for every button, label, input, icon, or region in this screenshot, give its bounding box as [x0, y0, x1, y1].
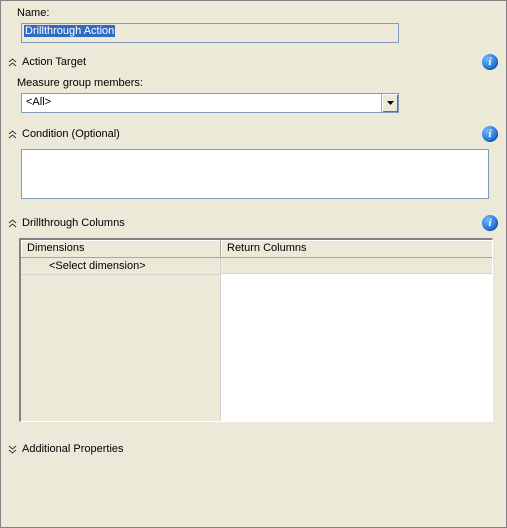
info-icon[interactable]: i: [482, 215, 498, 231]
dimensions-column: <Select dimension>: [21, 258, 221, 421]
section-header-condition[interactable]: Condition (Optional) i: [1, 123, 506, 145]
info-icon[interactable]: i: [482, 54, 498, 70]
section-title: Drillthrough Columns: [22, 217, 125, 229]
chevron-up-icon: [7, 218, 18, 229]
name-label: Name:: [17, 7, 496, 19]
section-body-action-target: Measure group members: <All>: [1, 73, 506, 123]
section-header-action-target[interactable]: Action Target i: [1, 51, 506, 73]
section-body-drill-columns: Dimensions Return Columns <Select dimens…: [1, 234, 506, 432]
grid-header: Dimensions Return Columns: [21, 240, 492, 258]
section-title: Additional Properties: [22, 443, 124, 455]
drill-columns-grid: Dimensions Return Columns <Select dimens…: [19, 238, 493, 422]
return-columns-column: [221, 258, 492, 421]
section-title: Action Target: [22, 56, 86, 68]
select-dimension-cell[interactable]: <Select dimension>: [21, 258, 220, 275]
chevron-down-icon: [387, 101, 394, 105]
chevron-down-icon: [7, 444, 18, 455]
section-title: Condition (Optional): [22, 128, 120, 140]
column-header-return[interactable]: Return Columns: [221, 240, 492, 257]
name-row: Name: Drillthrough Action: [1, 1, 506, 51]
grid-body: <Select dimension>: [21, 258, 492, 421]
chevron-up-icon: [7, 57, 18, 68]
section-header-additional[interactable]: Additional Properties: [1, 438, 506, 460]
section-body-condition: [1, 145, 506, 212]
measure-group-label: Measure group members:: [17, 77, 490, 89]
info-icon[interactable]: i: [482, 126, 498, 142]
name-input[interactable]: Drillthrough Action: [21, 23, 399, 43]
measure-group-value: <All>: [22, 94, 381, 112]
condition-textarea[interactable]: [21, 149, 489, 199]
action-editor-panel: Name: Drillthrough Action Action Target …: [0, 0, 507, 528]
name-input-value: Drillthrough Action: [24, 25, 115, 37]
measure-group-select[interactable]: <All>: [21, 93, 399, 113]
dropdown-button[interactable]: [381, 94, 398, 112]
section-header-drill-columns[interactable]: Drillthrough Columns i: [1, 212, 506, 234]
column-header-dimensions[interactable]: Dimensions: [21, 240, 221, 257]
chevron-up-icon: [7, 129, 18, 140]
return-columns-cell[interactable]: [221, 258, 492, 274]
